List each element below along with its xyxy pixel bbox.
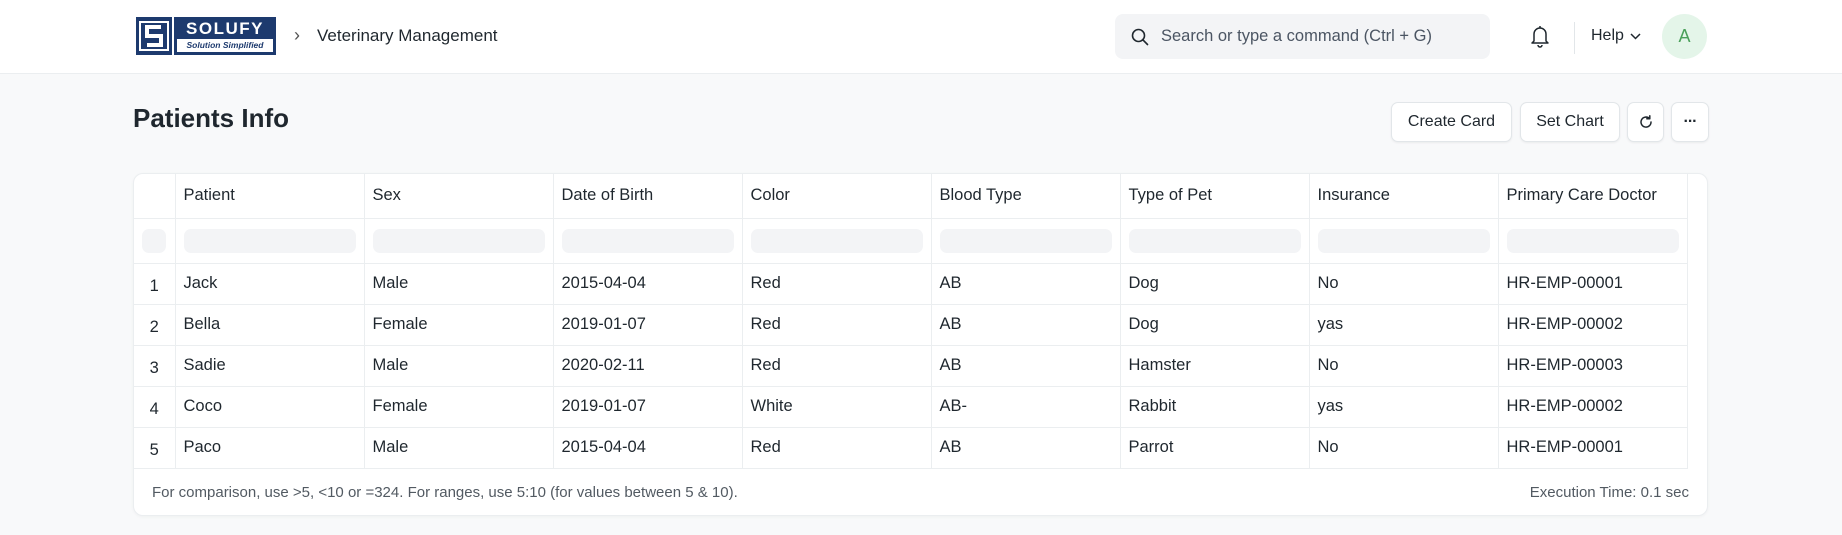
cell-insurance[interactable]: No: [1309, 263, 1499, 305]
filter-input-date-of-birth[interactable]: [561, 228, 734, 253]
cell-patient[interactable]: Coco: [175, 386, 365, 428]
report-table-card: Patient Sex Date of Birth Color Blood Ty…: [133, 173, 1708, 516]
table-row[interactable]: 3 Sadie Male 2020-02-11 Red AB Hamster N…: [134, 345, 1688, 387]
filter-checkbox[interactable]: [142, 228, 166, 253]
filter-input-insurance[interactable]: [1317, 228, 1490, 253]
row-index: 3: [134, 345, 176, 387]
cell-sex[interactable]: Male: [364, 345, 554, 387]
logo-s-icon: [136, 17, 172, 55]
more-horizontal-icon: ···: [1683, 113, 1698, 130]
cell-color[interactable]: White: [742, 386, 932, 428]
header-row-index: [134, 174, 176, 219]
cell-type-of-pet[interactable]: Rabbit: [1120, 386, 1310, 428]
cell-type-of-pet[interactable]: Dog: [1120, 263, 1310, 305]
cell-type-of-pet[interactable]: Parrot: [1120, 427, 1310, 469]
navbar-divider: [1574, 22, 1575, 54]
table-row[interactable]: 4 Coco Female 2019-01-07 White AB- Rabbi…: [134, 386, 1688, 428]
filter-input-color[interactable]: [750, 228, 923, 253]
cell-color[interactable]: Red: [742, 345, 932, 387]
help-dropdown[interactable]: Help: [1591, 27, 1641, 45]
cell-patient[interactable]: Jack: [175, 263, 365, 305]
notification-bell-icon[interactable]: [1529, 24, 1551, 48]
cell-primary-care-doctor[interactable]: HR-EMP-00001: [1498, 427, 1688, 469]
row-index: 4: [134, 386, 176, 428]
navbar: SOLUFY Solution Simplified › Veterinary …: [0, 0, 1842, 74]
cell-primary-care-doctor[interactable]: HR-EMP-00002: [1498, 304, 1688, 346]
table-header-row: Patient Sex Date of Birth Color Blood Ty…: [134, 174, 1688, 219]
cell-date-of-birth[interactable]: 2015-04-04: [553, 263, 743, 305]
search-bar[interactable]: [1115, 14, 1490, 59]
filter-input-patient[interactable]: [183, 228, 356, 253]
cell-blood-type[interactable]: AB-: [931, 386, 1121, 428]
user-avatar[interactable]: A: [1662, 14, 1707, 59]
table-row[interactable]: 5 Paco Male 2015-04-04 Red AB Parrot No …: [134, 427, 1688, 469]
cell-blood-type[interactable]: AB: [931, 427, 1121, 469]
set-chart-button[interactable]: Set Chart: [1520, 102, 1620, 142]
solufy-logo[interactable]: SOLUFY Solution Simplified: [136, 17, 276, 55]
refresh-button[interactable]: [1627, 102, 1664, 142]
cell-date-of-birth[interactable]: 2020-02-11: [553, 345, 743, 387]
filter-input-type-of-pet[interactable]: [1128, 228, 1301, 253]
table-row[interactable]: 1 Jack Male 2015-04-04 Red AB Dog No HR-…: [134, 263, 1688, 305]
cell-insurance[interactable]: yas: [1309, 304, 1499, 346]
column-header-insurance[interactable]: Insurance: [1309, 174, 1499, 219]
search-input[interactable]: [1161, 27, 1481, 46]
filter-input-primary-care-doctor[interactable]: [1506, 228, 1679, 253]
cell-primary-care-doctor[interactable]: HR-EMP-00002: [1498, 386, 1688, 428]
logo-tagline: Solution Simplified: [177, 39, 273, 52]
search-icon: [1131, 28, 1149, 45]
cell-patient[interactable]: Sadie: [175, 345, 365, 387]
column-header-color[interactable]: Color: [742, 174, 932, 219]
cell-insurance[interactable]: yas: [1309, 386, 1499, 428]
cell-insurance[interactable]: No: [1309, 345, 1499, 387]
create-card-button[interactable]: Create Card: [1391, 102, 1512, 142]
cell-primary-care-doctor[interactable]: HR-EMP-00001: [1498, 263, 1688, 305]
logo-brand: SOLUFY: [186, 19, 264, 38]
cell-date-of-birth[interactable]: 2015-04-04: [553, 427, 743, 469]
column-header-patient[interactable]: Patient: [175, 174, 365, 219]
cell-blood-type[interactable]: AB: [931, 263, 1121, 305]
page-title: Patients Info: [133, 103, 290, 133]
column-header-sex[interactable]: Sex: [364, 174, 554, 219]
row-index: 2: [134, 304, 176, 346]
cell-date-of-birth[interactable]: 2019-01-07: [553, 386, 743, 428]
column-header-type-of-pet[interactable]: Type of Pet: [1120, 174, 1310, 219]
cell-type-of-pet[interactable]: Dog: [1120, 304, 1310, 346]
column-header-date-of-birth[interactable]: Date of Birth: [553, 174, 743, 219]
row-index: 5: [134, 427, 176, 469]
filter-row: [134, 218, 1688, 264]
cell-blood-type[interactable]: AB: [931, 304, 1121, 346]
cell-patient[interactable]: Paco: [175, 427, 365, 469]
filter-input-blood-type[interactable]: [939, 228, 1112, 253]
breadcrumb-veterinary-management[interactable]: Veterinary Management: [317, 26, 498, 46]
cell-primary-care-doctor[interactable]: HR-EMP-00003: [1498, 345, 1688, 387]
cell-insurance[interactable]: No: [1309, 427, 1499, 469]
cell-color[interactable]: Red: [742, 427, 932, 469]
column-header-primary-care-doctor[interactable]: Primary Care Doctor: [1498, 174, 1688, 219]
cell-sex[interactable]: Female: [364, 304, 554, 346]
cell-sex[interactable]: Female: [364, 386, 554, 428]
cell-date-of-birth[interactable]: 2019-01-07: [553, 304, 743, 346]
breadcrumb-chevron-icon: ›: [294, 25, 300, 45]
filter-input-sex[interactable]: [372, 228, 545, 253]
refresh-icon: [1639, 115, 1652, 128]
column-header-blood-type[interactable]: Blood Type: [931, 174, 1121, 219]
cell-color[interactable]: Red: [742, 263, 932, 305]
help-label: Help: [1591, 27, 1624, 44]
filter-hint-text: For comparison, use >5, <10 or =324. For…: [152, 484, 738, 501]
chevron-down-icon: [1630, 32, 1641, 40]
report-table: Patient Sex Date of Birth Color Blood Ty…: [134, 174, 1688, 469]
table-row[interactable]: 2 Bella Female 2019-01-07 Red AB Dog yas…: [134, 304, 1688, 346]
row-index: 1: [134, 263, 176, 305]
cell-color[interactable]: Red: [742, 304, 932, 346]
more-options-button[interactable]: ···: [1671, 102, 1709, 142]
cell-sex[interactable]: Male: [364, 263, 554, 305]
cell-type-of-pet[interactable]: Hamster: [1120, 345, 1310, 387]
execution-time: Execution Time: 0.1 sec: [1529, 484, 1689, 501]
avatar-initial: A: [1678, 26, 1691, 46]
cell-sex[interactable]: Male: [364, 427, 554, 469]
cell-patient[interactable]: Bella: [175, 304, 365, 346]
cell-blood-type[interactable]: AB: [931, 345, 1121, 387]
